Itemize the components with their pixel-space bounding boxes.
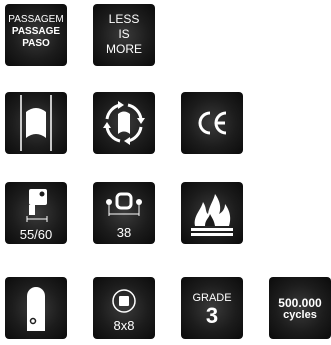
handle-spacing-tile: 38 [93, 182, 155, 244]
less-is-more-tile: LESS IS MORE [93, 4, 155, 66]
reversible-tile [93, 92, 155, 154]
reversible-door-arrows-icon [103, 101, 145, 145]
grade-value: 3 [205, 303, 219, 328]
spindle-label: 8x8 [113, 318, 135, 333]
less-label: LESS [108, 12, 140, 26]
escutcheon-tile [5, 277, 67, 339]
door-frame-tile [5, 92, 67, 154]
more-label: MORE [106, 42, 142, 56]
cycles-value: 500.000 [278, 296, 322, 310]
fire-tile [181, 182, 243, 244]
passage-es-label: PASO [22, 38, 50, 49]
cycles-tile: 500.000 cycles [269, 277, 331, 339]
backset-tile: 55/60 [5, 182, 67, 244]
door-frame-icon [20, 95, 52, 151]
passage-tile: PASSAGEM PASSAGE PASO [5, 4, 67, 66]
grade-tile: GRADE 3 [181, 277, 243, 339]
passage-en-label: PASSAGE [11, 26, 61, 37]
handle-spacing-label: 38 [116, 225, 132, 240]
ce-mark-icon [198, 111, 227, 135]
door-escutcheon-icon [27, 287, 45, 331]
ce-mark-tile [181, 92, 243, 154]
fire-icon [191, 194, 233, 236]
spindle-tile: 8x8 [93, 277, 155, 339]
backset-label: 55/60 [19, 227, 53, 242]
is-label: IS [118, 27, 130, 41]
cycles-unit: cycles [283, 309, 317, 321]
passage-pt-label: PASSAGEM [8, 14, 64, 25]
